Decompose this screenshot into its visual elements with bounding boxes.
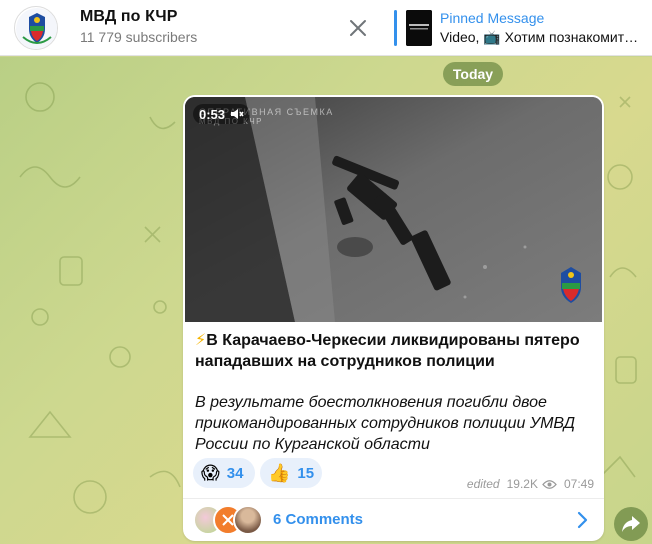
chat-header: МВД по КЧР 11 779 subscribers Pinned Mes… xyxy=(0,0,652,56)
message-time: 07:49 xyxy=(563,477,594,491)
reaction-count: 15 xyxy=(297,464,315,482)
post-title-text: В Карачаево-Черкесии ликвидированы пятер… xyxy=(195,332,580,370)
post-body: В результате боестолкновения погибли дво… xyxy=(195,394,576,453)
video-duration-badge[interactable]: 0:53 xyxy=(193,104,251,124)
reaction-count: 34 xyxy=(226,464,244,482)
channel-name: МВД по КЧР xyxy=(80,8,178,25)
reaction-emoji: 👍 xyxy=(268,463,291,483)
commenter-avatar xyxy=(233,505,263,535)
eye-icon xyxy=(542,479,557,489)
speaker-muted-icon xyxy=(231,109,244,119)
view-count: 19.2K xyxy=(506,477,538,491)
pinned-title[interactable]: Pinned Message xyxy=(440,10,544,26)
share-button[interactable] xyxy=(614,507,648,541)
police-emblem-icon xyxy=(16,8,57,49)
channel-avatar[interactable] xyxy=(14,6,58,50)
channel-post: ОПЕРАТИВНАЯ СЪЕМКА МВД ПО КЧР 0:53 ⚡В Ка… xyxy=(183,95,604,541)
share-arrow-icon xyxy=(622,516,640,532)
subscriber-count: 11 779 subscribers xyxy=(80,29,198,45)
reaction-scream[interactable]: 😱 34 xyxy=(193,458,255,488)
post-title: ⚡В Карачаево-Черкесии ликвидированы пяте… xyxy=(195,330,595,372)
chevron-right-icon xyxy=(577,511,588,529)
close-pinned-button[interactable] xyxy=(344,14,372,42)
close-icon xyxy=(350,20,366,36)
reaction-thumbs-up[interactable]: 👍 15 xyxy=(260,458,322,488)
video-preview[interactable]: ОПЕРАТИВНАЯ СЪЕМКА МВД ПО КЧР 0:53 xyxy=(185,97,602,322)
video-duration: 0:53 xyxy=(199,106,226,122)
video-frame-image xyxy=(185,97,602,322)
pinned-thumbnail[interactable] xyxy=(406,10,432,46)
comments-label: 6 Comments xyxy=(273,511,364,528)
video-thumbnail-icon xyxy=(406,10,432,46)
comments-button[interactable]: 6 Comments xyxy=(183,499,604,541)
reaction-emoji: 😱 xyxy=(201,463,220,483)
edited-label: edited xyxy=(466,477,500,491)
commenter-avatars xyxy=(193,505,265,535)
pinned-indicator-bar xyxy=(394,10,397,46)
lightning-emoji: ⚡ xyxy=(195,332,207,349)
channel-title-block[interactable]: МВД по КЧР 11 779 subscribers xyxy=(80,8,197,45)
pinned-text[interactable]: Video, 📺 Хотим познакомит… xyxy=(440,29,644,46)
date-separator: Today xyxy=(443,62,503,86)
message-meta: edited 19.2K 07:49 xyxy=(467,477,594,491)
